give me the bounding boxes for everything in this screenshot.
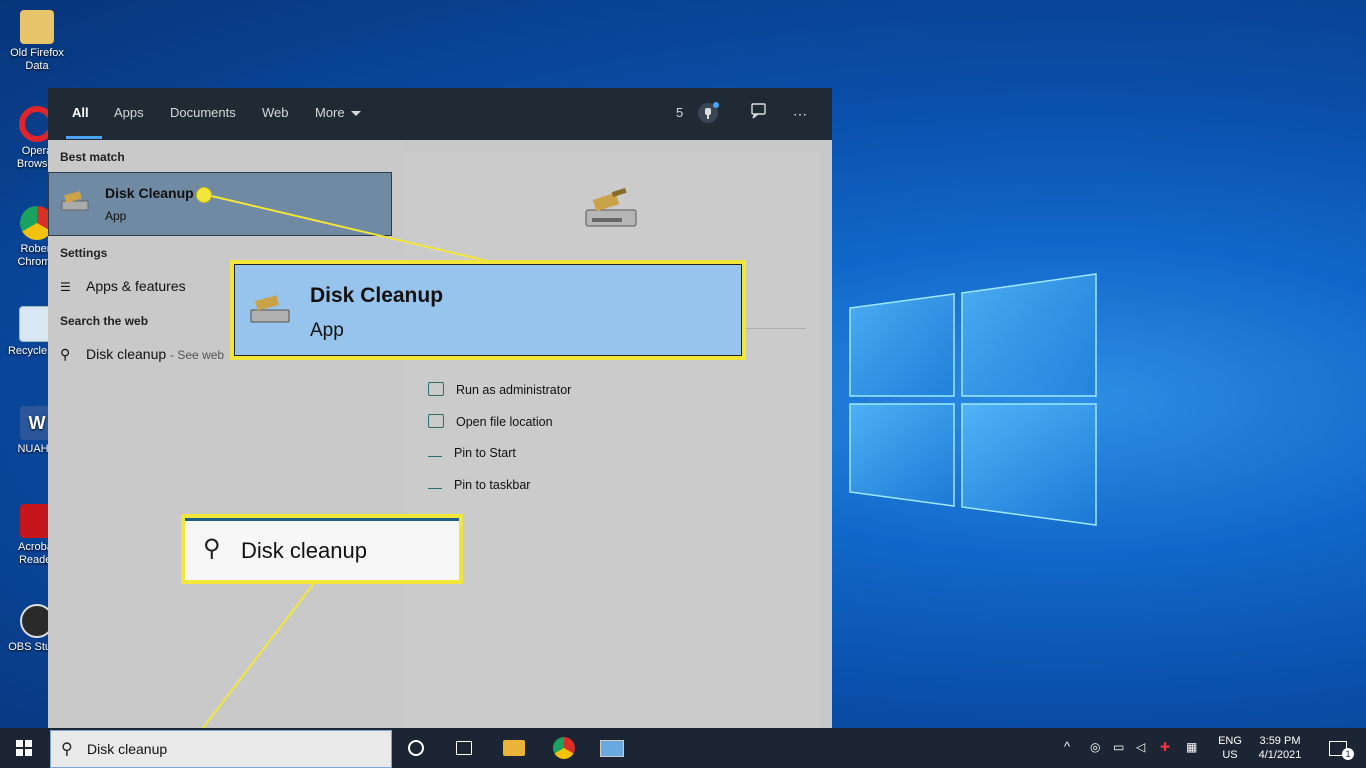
keyboard-icon[interactable]: ▦ (1186, 740, 1197, 754)
search-icon: ⚲ (61, 741, 73, 758)
chevron-up-icon[interactable]: ^ (1064, 740, 1070, 754)
task-view-icon (456, 741, 472, 755)
clock-date: 4/1/2021 (1258, 749, 1302, 761)
file-explorer-button[interactable] (494, 728, 534, 768)
language-indicator[interactable]: ENG US (1214, 734, 1246, 762)
volume-icon[interactable]: ◁ (1136, 740, 1145, 754)
task-view-button[interactable] (444, 728, 484, 768)
windows-start-icon (16, 740, 32, 756)
clock[interactable]: 3:59 PM 4/1/2021 (1252, 734, 1308, 762)
clock-time: 3:59 PM (1259, 735, 1301, 747)
callout-app-type: App (310, 320, 344, 341)
taskbar-search-box[interactable]: ⚲ Disk cleanup (50, 730, 392, 768)
language-region: US (1222, 749, 1238, 761)
callout-dot (196, 187, 212, 203)
taskbar: ⚲ Disk cleanup ^ ◎ ▭ ◁ ✚ ▦ ENG US 3:59 P… (0, 728, 1366, 768)
disk-cleanup-icon (250, 295, 290, 323)
cortana-icon (408, 740, 424, 756)
taskbar-search-value: Disk cleanup (87, 741, 168, 757)
start-button[interactable] (4, 728, 44, 768)
cortana-button[interactable] (396, 728, 436, 768)
chrome-taskbar-button[interactable] (544, 728, 584, 768)
antivirus-icon[interactable]: ✚ (1160, 740, 1170, 754)
monitor-icon (600, 739, 624, 757)
notification-count: 1 (1342, 748, 1354, 760)
callout-search-text: Disk cleanup (241, 538, 367, 563)
folder-icon (503, 740, 525, 756)
action-center-button[interactable]: 1 (1318, 728, 1358, 768)
search-icon: ⚲ (203, 535, 221, 562)
remote-desktop-button[interactable] (592, 728, 632, 768)
callout-disk-cleanup: Disk Cleanup App (230, 260, 746, 360)
battery-icon[interactable]: ▭ (1113, 740, 1124, 754)
callout-search-accent (185, 518, 459, 521)
callout-search-box: ⚲ Disk cleanup (181, 514, 463, 584)
callout-app-name: Disk Cleanup (310, 284, 444, 307)
language-code: ENG (1218, 735, 1242, 747)
callout-lines (185, 193, 493, 751)
camera-icon[interactable]: ◎ (1090, 740, 1100, 754)
chrome-icon (553, 737, 575, 759)
